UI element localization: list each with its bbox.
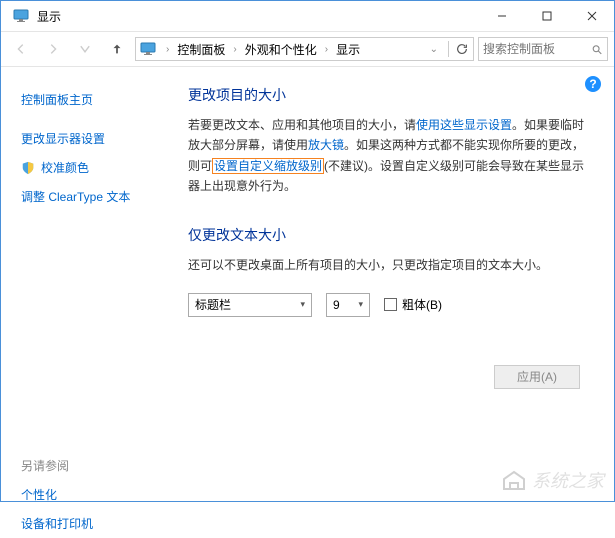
bold-checkbox[interactable] [384,298,397,311]
link-magnifier[interactable]: 放大镜 [308,138,344,152]
chevron-right-icon: › [229,44,240,55]
breadcrumb-item[interactable]: 外观和个性化 [243,41,319,58]
body-text: 若要更改文本、应用和其他项目的大小，请使用这些显示设置。如果要临时放大部分屏幕，… [188,115,590,197]
window-title: 显示 [37,8,479,25]
refresh-icon[interactable] [455,42,469,56]
display-icon [13,8,29,24]
bold-label: 粗体(B) [402,296,442,313]
help-icon[interactable]: ? [584,75,602,93]
body-text: 还可以不更改桌面上所有项目的大小，只更改指定项目的文本大小。 [188,255,590,275]
sidebar-item-calibrate-color[interactable]: 校准颜色 [21,153,164,182]
section-heading: 更改项目的大小 [188,85,590,105]
back-button[interactable] [7,35,35,63]
minimize-button[interactable] [479,1,524,31]
chevron-down-icon: ▾ [300,299,305,310]
search-icon [591,43,603,56]
size-select[interactable]: 9 ▾ [326,293,370,317]
breadcrumb-item[interactable]: 控制面板 [175,41,227,58]
apply-button[interactable]: 应用(A) [494,365,580,389]
sidebar-see-also-devices[interactable]: 设备和打印机 [21,509,164,538]
close-button[interactable] [569,1,614,31]
up-button[interactable] [103,35,131,63]
search-input[interactable] [478,37,608,61]
sidebar-home[interactable]: 控制面板主页 [21,85,164,114]
link-custom-scaling[interactable]: 设置自定义缩放级别 [212,158,324,174]
recent-dropdown[interactable] [71,35,99,63]
watermark: 系统之家 [500,467,604,493]
sidebar-item-cleartype[interactable]: 调整 ClearType 文本 [21,182,164,211]
maximize-button[interactable] [524,1,569,31]
breadcrumb-item[interactable]: 显示 [334,41,362,58]
chevron-right-icon: › [162,44,173,55]
item-select[interactable]: 标题栏 ▾ [188,293,312,317]
section-heading: 仅更改文本大小 [188,225,590,245]
forward-button[interactable] [39,35,67,63]
chevron-down-icon: ▾ [358,299,363,310]
chevron-down-icon[interactable]: ⌄ [426,44,442,55]
search-field[interactable] [483,42,591,56]
svg-text:?: ? [589,77,596,91]
sidebar-item-display-settings[interactable]: 更改显示器设置 [21,124,164,153]
link-display-settings[interactable]: 使用这些显示设置 [416,118,512,132]
shield-icon [21,161,35,175]
display-icon [140,41,156,57]
breadcrumb[interactable]: › 控制面板 › 外观和个性化 › 显示 ⌄ [135,37,474,61]
chevron-right-icon: › [321,44,332,55]
see-also-heading: 另请参阅 [21,451,164,480]
sidebar-see-also-personalize[interactable]: 个性化 [21,480,164,509]
